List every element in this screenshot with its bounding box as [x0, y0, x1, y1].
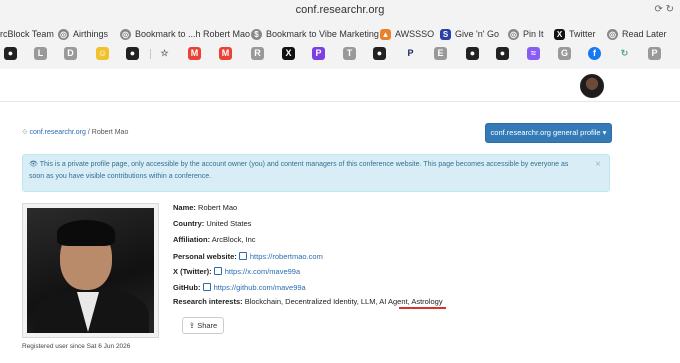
private-profile-alert: 👁 This is a private profile page, only a…	[22, 154, 610, 192]
d-icon[interactable]: D	[64, 47, 77, 60]
github-link[interactable]: https://github.com/mave99a	[214, 283, 306, 292]
globe-icon: ◎	[607, 28, 618, 40]
globe-icon: ◎	[508, 28, 519, 40]
profile-photo	[22, 203, 159, 338]
emoji-icon[interactable]: ☺	[96, 47, 109, 60]
general-profile-button[interactable]: conf.researchr.org general profile ▾	[485, 123, 612, 143]
external-link-icon	[213, 267, 222, 275]
bookmark-item[interactable]: ◎ Read Later	[607, 26, 667, 42]
toolbar-separator	[150, 49, 151, 59]
site-top-nav	[0, 69, 680, 102]
avatar[interactable]	[580, 74, 604, 98]
twitter-link[interactable]: https://x.com/mave99a	[225, 267, 300, 276]
linear-icon[interactable]: ≈	[527, 47, 540, 60]
t-icon[interactable]: T	[343, 47, 356, 60]
facebook-icon[interactable]: f	[588, 47, 601, 60]
github-icon[interactable]: ●	[373, 47, 386, 60]
extension-icon-row: ● L D ☺ ● ☆ M M R X P T ● P E ● ● ≈ G f …	[0, 47, 680, 63]
alert-text: This is a private profile page, only acc…	[29, 161, 569, 180]
bookmark-item[interactable]: S Give 'n' Go	[440, 26, 499, 42]
e-icon[interactable]: E	[434, 47, 447, 60]
bookmark-item[interactable]: ◎ Bookmark to ...h Robert Mao	[120, 26, 250, 42]
github-icon[interactable]: ●	[466, 47, 479, 60]
share-button[interactable]: ⇪ Share	[182, 317, 224, 334]
github-icon[interactable]: ●	[126, 47, 139, 60]
breadcrumb-separator: /	[87, 129, 90, 136]
research-interests: Blockchain, Decentralized Identity, LLM,…	[244, 297, 443, 306]
p-icon[interactable]: P	[312, 47, 325, 60]
gmail-icon[interactable]: M	[188, 47, 201, 60]
dollar-icon: $	[251, 28, 262, 40]
external-link-icon	[238, 252, 247, 260]
star-icon[interactable]: ☆	[158, 47, 171, 60]
profile-country: United States	[206, 219, 252, 228]
bookmark-item[interactable]: $ Bookmark to Vibe Marketing	[251, 26, 379, 42]
p-logo-icon[interactable]: P	[404, 47, 417, 60]
bookmark-item[interactable]: ◎ Pin It	[508, 26, 544, 42]
globe-icon: ◎	[120, 28, 131, 40]
x-logo-icon[interactable]: X	[282, 47, 295, 60]
p-icon[interactable]: P	[648, 47, 661, 60]
share-icon: ⇪	[188, 321, 196, 330]
bookmark-item[interactable]: ◎ Airthings	[58, 26, 108, 42]
annotation-underline	[399, 307, 446, 309]
bookmark-item[interactable]: rcBlock Team	[0, 26, 54, 42]
breadcrumb: ⟐ conf.researchr.org / Robert Mao	[22, 129, 128, 137]
bookmark-item[interactable]: ▲ AWSSSO	[380, 26, 434, 42]
bookmark-item[interactable]: X Twitter	[554, 26, 596, 42]
browser-chrome: conf.researchr.org ⟳ ↻ rcBlock Team ◎ Air…	[0, 0, 680, 70]
x-logo-icon: X	[554, 28, 565, 40]
globe-icon: ◎	[58, 28, 69, 40]
profile-affiliation: ArcBlock, Inc	[211, 235, 256, 244]
profile-name: Robert Mao	[198, 203, 238, 212]
close-icon[interactable]: ×	[595, 159, 601, 171]
breadcrumb-link[interactable]: conf.researchr.org	[29, 129, 85, 136]
g-icon[interactable]: G	[558, 47, 571, 60]
eye-icon: 👁	[29, 161, 38, 168]
github-icon[interactable]: ●	[4, 47, 17, 60]
github-icon[interactable]: ●	[496, 47, 509, 60]
l-icon[interactable]: L	[34, 47, 47, 60]
refresh-icon[interactable]: ↻	[618, 47, 631, 60]
breadcrumb-current: Robert Mao	[91, 129, 129, 136]
registered-since: Registered user since Sat 6 Jun 2026	[22, 343, 131, 350]
home-icon: ⟐	[22, 129, 28, 136]
website-link[interactable]: https://robertmao.com	[250, 252, 323, 261]
external-link-icon	[202, 283, 211, 291]
r-icon[interactable]: R	[251, 47, 264, 60]
url-bar[interactable]: conf.researchr.org	[0, 4, 680, 16]
gmail-icon[interactable]: M	[219, 47, 232, 60]
s-logo-icon: S	[440, 28, 451, 40]
translate-icon[interactable]: ⟳ ↻	[654, 4, 674, 15]
aws-cube-icon: ▲	[380, 28, 391, 40]
